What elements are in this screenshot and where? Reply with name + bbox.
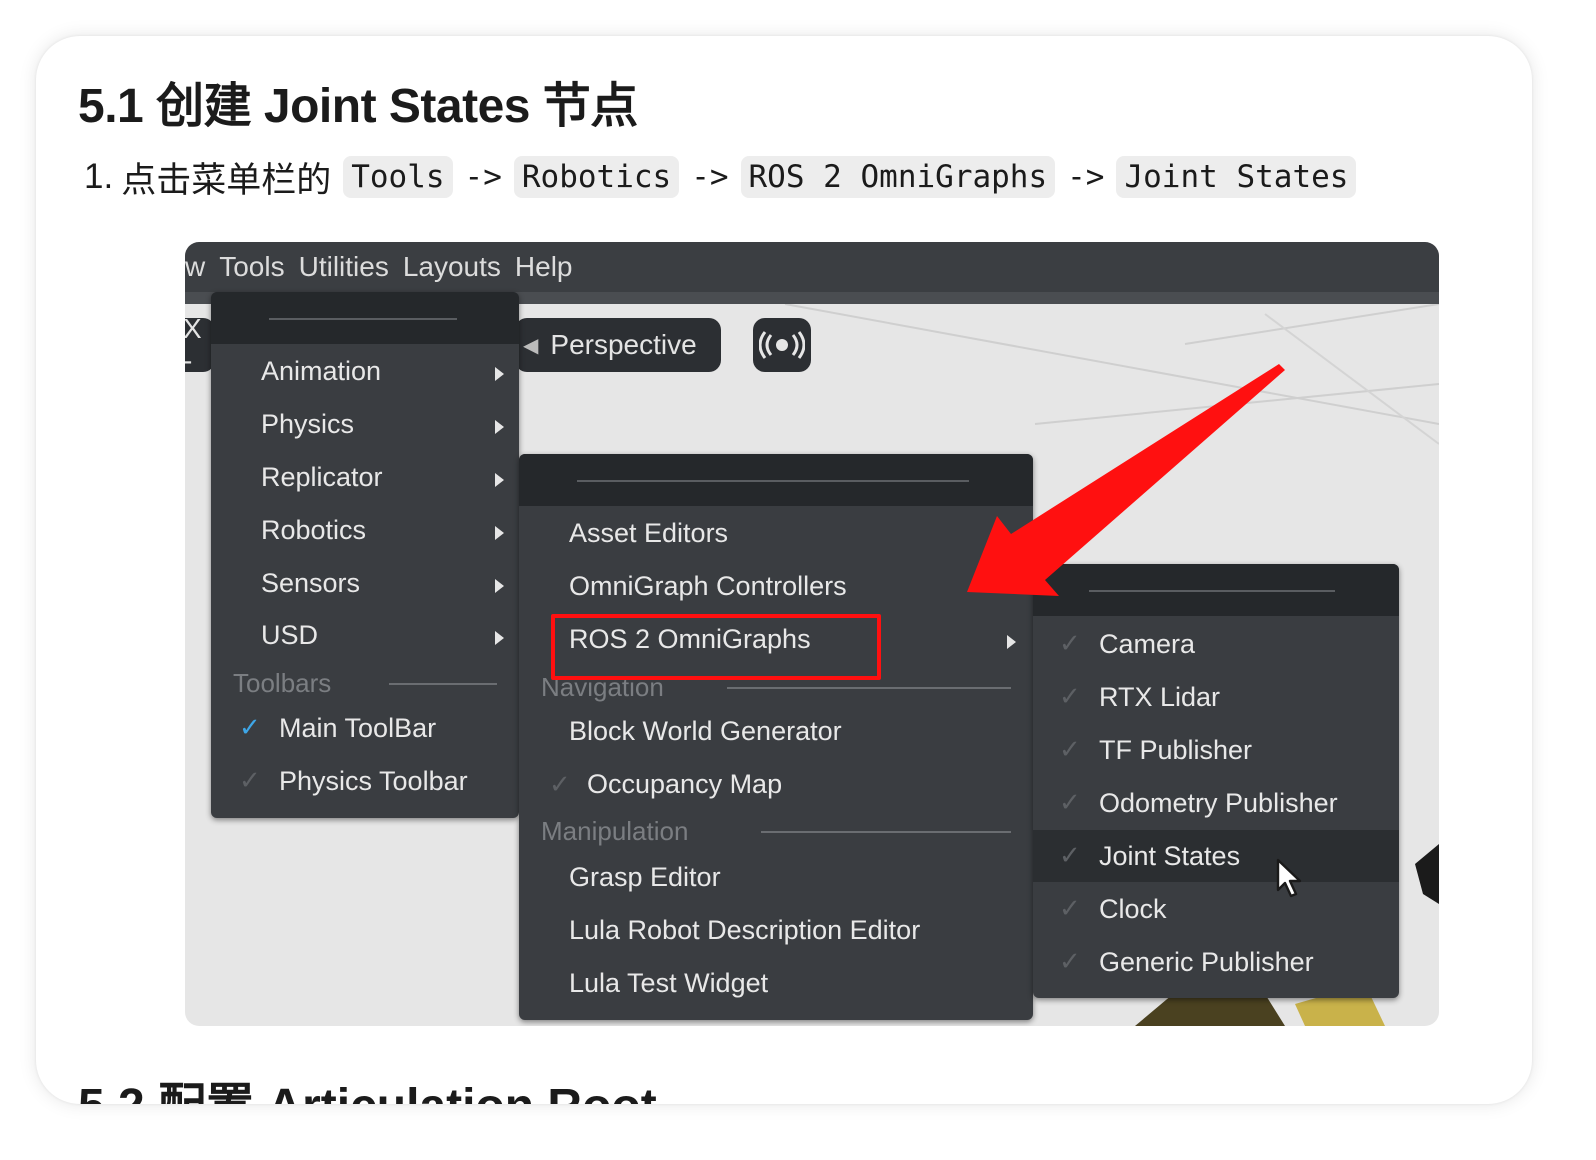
code-robotics: Robotics — [513, 156, 680, 198]
code-tools: Tools — [343, 156, 453, 198]
step-text: 点击菜单栏的 — [121, 160, 332, 200]
menu-item-rtx-lidar[interactable]: RTX Lidar — [1099, 682, 1220, 713]
checkmark-icon: ✓ — [239, 765, 261, 795]
menu-item-block-world-generator[interactable]: Block World Generator — [569, 716, 842, 747]
submenu-arrow-icon — [495, 579, 504, 593]
menu-item-odometry-publisher[interactable]: Odometry Publisher — [1099, 788, 1338, 819]
submenu-arrow-icon — [495, 631, 504, 645]
menu-item-joint-states[interactable]: Joint States — [1099, 841, 1240, 872]
checkmark-icon: ✓ — [1059, 946, 1081, 976]
checkmark-icon: ✓ — [1059, 787, 1081, 817]
checkmark-icon: ✓ — [1059, 628, 1081, 658]
submenu-arrow-icon — [495, 420, 504, 434]
broadcast-icon — [759, 331, 805, 359]
menu-item-robotics[interactable]: Robotics — [261, 515, 366, 546]
menu-item-physics[interactable]: Physics — [261, 409, 354, 440]
code-joint-states: Joint States — [1116, 156, 1357, 198]
menu-item-generic-publisher[interactable]: Generic Publisher — [1099, 947, 1314, 978]
section-manipulation: Manipulation — [541, 816, 689, 846]
menu-item-grasp-editor[interactable]: Grasp Editor — [569, 862, 721, 893]
menu-utilities[interactable]: Utilities — [299, 251, 389, 283]
robotics-dropdown: Asset Editors OmniGraph Controllers ROS … — [519, 454, 1033, 1020]
next-section-heading: 5.2 配置 Articulation Root — [78, 1066, 657, 1104]
step-number: 1. — [84, 157, 114, 196]
menu-item-omnigraph-controllers[interactable]: OmniGraph Controllers — [569, 571, 847, 602]
menu-help[interactable]: Help — [515, 251, 573, 283]
menu-screenshot: w Tools Utilities Layouts Help X - ◀ Per… — [185, 242, 1439, 1026]
menu-tools[interactable]: Tools — [219, 251, 284, 283]
menu-item-lula-test-widget[interactable]: Lula Test Widget — [569, 968, 768, 999]
menu-item-tf-publisher[interactable]: TF Publisher — [1099, 735, 1252, 766]
ros2-omnigraphs-dropdown: ✓ Camera ✓ RTX Lidar ✓ TF Publisher ✓ Od… — [1033, 564, 1399, 998]
highlight-box — [551, 614, 881, 680]
broadcast-button[interactable] — [753, 318, 811, 372]
section-toolbars: Toolbars — [233, 668, 332, 698]
menu-item-replicator[interactable]: Replicator — [261, 462, 383, 493]
toggle-physics-toolbar[interactable]: Physics Toolbar — [279, 766, 468, 797]
tools-dropdown: Animation Physics Replicator Robotics Se… — [211, 292, 519, 818]
perspective-button[interactable]: ◀ Perspective — [515, 318, 721, 372]
article-card: 5.1 创建 Joint States 节点 1. 点击菜单栏的 Tools -… — [36, 36, 1532, 1104]
path-separator: -> — [1067, 159, 1105, 195]
submenu-arrow-icon — [1007, 635, 1016, 649]
menu-item-camera[interactable]: Camera — [1099, 629, 1195, 660]
perspective-label: Perspective — [550, 329, 697, 360]
toggle-main-toolbar[interactable]: Main ToolBar — [279, 713, 436, 744]
path-separator: -> — [691, 159, 729, 195]
checkmark-icon: ✓ — [1059, 840, 1081, 870]
mouse-cursor-icon — [1276, 858, 1302, 898]
submenu-arrow-icon — [495, 367, 504, 381]
menu-item-usd[interactable]: USD — [261, 620, 318, 651]
menu-window-partial[interactable]: w — [185, 251, 205, 283]
checkmark-icon: ✓ — [1059, 681, 1081, 711]
menu-item-clock[interactable]: Clock — [1099, 894, 1167, 925]
camera-icon: ◀ — [523, 334, 539, 357]
submenu-arrow-icon — [495, 526, 504, 540]
submenu-arrow-icon — [495, 473, 504, 487]
instruction-step: 1. 点击菜单栏的 Tools -> Robotics -> ROS 2 Omn… — [84, 154, 1357, 200]
section-heading: 5.1 创建 Joint States 节点 — [78, 80, 638, 133]
menu-item-occupancy-map[interactable]: Occupancy Map — [587, 769, 782, 800]
checkmark-icon: ✓ — [1059, 734, 1081, 764]
menu-item-sensors[interactable]: Sensors — [261, 568, 360, 599]
menu-layouts[interactable]: Layouts — [403, 251, 501, 283]
menu-item-animation[interactable]: Animation — [261, 356, 381, 387]
menu-item-lula-robot-description-editor[interactable]: Lula Robot Description Editor — [569, 915, 920, 946]
checkmark-icon: ✓ — [239, 712, 261, 742]
code-ros2-omnigraphs: ROS 2 OmniGraphs — [740, 156, 1056, 198]
checkmark-icon: ✓ — [1059, 893, 1081, 923]
menu-item-asset-editors[interactable]: Asset Editors — [569, 518, 728, 549]
path-separator: -> — [464, 159, 502, 195]
checkmark-icon: ✓ — [549, 769, 571, 799]
